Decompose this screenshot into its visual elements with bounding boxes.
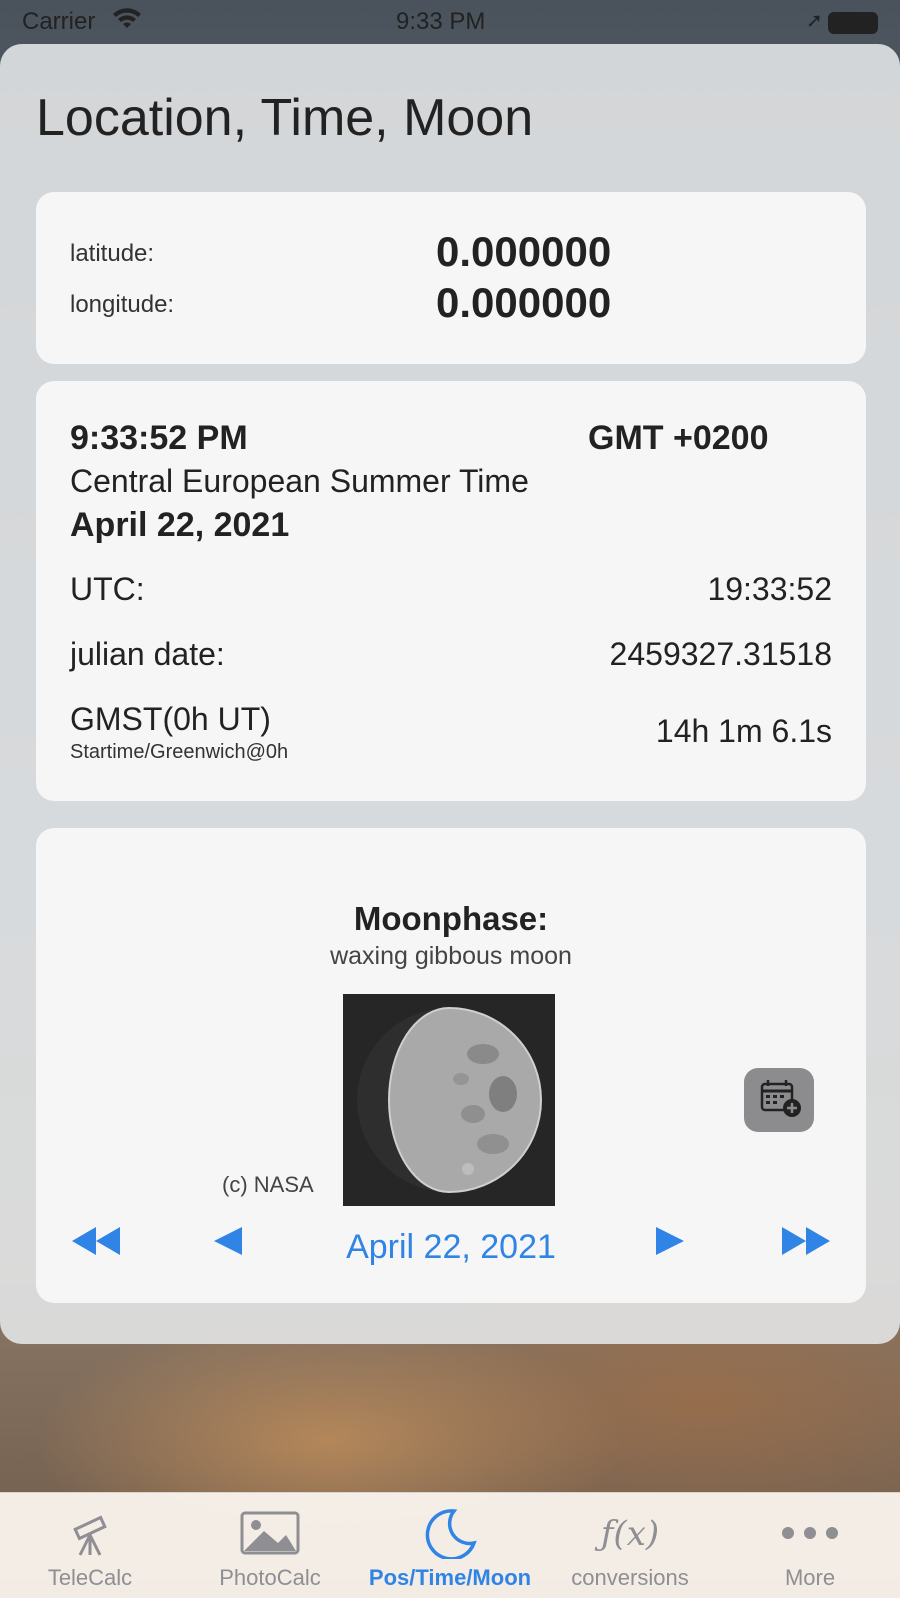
timezone-name: Central European Summer Time (70, 463, 529, 499)
battery-icon (828, 12, 878, 34)
status-bar: Carrier 9:33 PM ➚ (0, 0, 900, 46)
time-card: 9:33:52 PM GMT +0200 Central European Su… (36, 381, 866, 801)
tab-pos-time-moon[interactable]: Pos/Time/Moon (360, 1493, 540, 1598)
more-icon (720, 1507, 900, 1559)
function-icon: ƒ(x) (540, 1507, 720, 1559)
page-title: Location, Time, Moon (36, 89, 534, 147)
main-sheet: Location, Time, Moon latitude: 0.000000 … (0, 44, 900, 1344)
gmst-label: GMST(0h UT) (70, 701, 271, 737)
photo-icon (180, 1507, 360, 1559)
location-card: latitude: 0.000000 longitude: 0.000000 (36, 192, 866, 364)
longitude-label: longitude: (70, 291, 175, 318)
tab-label: Pos/Time/Moon (368, 1565, 532, 1590)
tab-conversions[interactable]: ƒ(x) conversions (540, 1493, 720, 1598)
selected-date-button[interactable]: April 22, 2021 (36, 1228, 866, 1267)
wifi-icon (112, 6, 142, 39)
tab-telecalc[interactable]: TeleCalc (0, 1493, 180, 1598)
moon-image (343, 994, 555, 1206)
step-forward-icon (656, 1227, 684, 1255)
step-forward-button[interactable] (654, 1224, 686, 1263)
svg-text:ƒ(x): ƒ(x) (594, 1514, 659, 1554)
tab-photocalc[interactable]: PhotoCalc (180, 1493, 360, 1598)
gmst-value: 14h 1m 6.1s (655, 713, 832, 749)
latitude-value: 0.000000 (436, 228, 612, 275)
utc-value: 19:33:52 (707, 571, 832, 607)
longitude-value: 0.000000 (436, 279, 612, 326)
carrier-label: Carrier (22, 8, 96, 35)
tab-bar: TeleCalc PhotoCalc Pos/Time/Moon ƒ(x) co… (0, 1492, 900, 1598)
tab-more[interactable]: More (720, 1493, 900, 1598)
fast-forward-button[interactable] (780, 1224, 832, 1263)
moon-card: Moonphase: waxing gibbous moon (c) NASA (36, 828, 866, 1303)
telescope-icon (0, 1507, 180, 1559)
julian-date-value: 2459327.31518 (609, 636, 832, 672)
local-date: April 22, 2021 (70, 506, 290, 544)
latitude-label: latitude: (70, 240, 155, 267)
fast-forward-icon (782, 1227, 830, 1255)
location-arrow-icon: ➚ (806, 10, 823, 32)
utc-label: UTC: (70, 571, 145, 607)
moonphase-name: waxing gibbous moon (330, 942, 572, 970)
tab-label: PhotoCalc (219, 1565, 321, 1590)
gmst-sublabel: Startime/Greenwich@0h (70, 741, 289, 763)
moon-icon (360, 1507, 540, 1561)
tab-label: TeleCalc (47, 1565, 133, 1590)
calendar-add-icon (760, 1080, 801, 1117)
image-credit: (c) NASA (222, 1172, 314, 1197)
local-time: 9:33:52 PM (70, 419, 248, 457)
add-calendar-button[interactable] (744, 1068, 814, 1132)
tab-label: conversions (571, 1565, 689, 1590)
tab-label: More (784, 1565, 836, 1590)
moonphase-title: Moonphase: (353, 900, 549, 937)
julian-date-label: julian date: (70, 636, 225, 672)
gmt-offset: GMT +0200 (588, 419, 769, 457)
status-time: 9:33 PM (396, 8, 486, 35)
